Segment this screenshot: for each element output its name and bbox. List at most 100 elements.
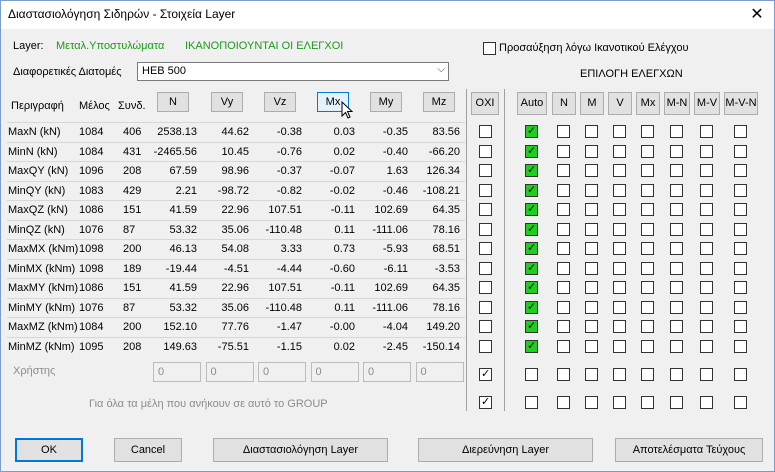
- force-button-vy[interactable]: Vy: [211, 92, 243, 112]
- check-button-m-n[interactable]: M-N: [664, 92, 690, 115]
- user-row-check-m[interactable]: [585, 368, 598, 381]
- row-check-m-n[interactable]: [670, 144, 683, 158]
- user-input-n[interactable]: 0: [153, 362, 201, 382]
- row-check-v[interactable]: [613, 125, 626, 138]
- user-row-check-v[interactable]: [613, 368, 626, 381]
- row-check-m-n[interactable]: [670, 125, 683, 138]
- report-results-button[interactable]: Αποτελέσματα Τεύχους: [615, 438, 763, 462]
- row-check-n[interactable]: [557, 300, 570, 314]
- row-check-m-n[interactable]: [670, 242, 683, 255]
- user-input-mx[interactable]: 0: [310, 362, 359, 382]
- row-check-n[interactable]: [557, 183, 570, 197]
- row-check-m-v-n[interactable]: [734, 203, 747, 216]
- row-check-m-v-n[interactable]: [734, 339, 747, 353]
- check-button-n[interactable]: N: [552, 92, 576, 115]
- row-check-m[interactable]: [585, 183, 598, 197]
- user-input-vy[interactable]: 0: [205, 362, 254, 382]
- row-check-m[interactable]: [585, 300, 598, 314]
- row-check-mx[interactable]: [641, 183, 654, 197]
- check-button-m-v[interactable]: M-V: [694, 92, 720, 115]
- group-row-check-mx[interactable]: [641, 396, 654, 409]
- row-check-m-v-n[interactable]: [734, 300, 747, 314]
- row-check-m[interactable]: [585, 164, 598, 177]
- force-button-my[interactable]: My: [370, 92, 402, 112]
- row-check-m-v-n[interactable]: [734, 242, 747, 255]
- user-row-check-m-v-n[interactable]: [734, 368, 747, 381]
- row-check-m[interactable]: [585, 261, 598, 275]
- sections-dropdown[interactable]: HEB 500 ⌵: [137, 62, 449, 81]
- cancel-button[interactable]: Cancel: [114, 438, 182, 462]
- row-check-m-v[interactable]: [700, 125, 713, 138]
- ok-button[interactable]: OK: [15, 438, 83, 462]
- oxi-button[interactable]: ΟΧΙ: [471, 92, 499, 115]
- row-check-m-v-n[interactable]: [734, 261, 747, 275]
- row-check-v[interactable]: [613, 300, 626, 314]
- row-check-v[interactable]: [613, 203, 626, 216]
- row-oxi-checkbox[interactable]: [479, 164, 492, 177]
- user-row-oxi-checkbox[interactable]: [479, 367, 492, 381]
- row-check-m-n[interactable]: [670, 203, 683, 216]
- row-check-m-v[interactable]: [700, 320, 713, 333]
- row-check-m-v-n[interactable]: [734, 164, 747, 177]
- increase-checkbox[interactable]: [483, 42, 496, 55]
- force-button-mz[interactable]: Mz: [423, 92, 455, 112]
- row-check-n[interactable]: [557, 242, 570, 255]
- investigate-layer-button[interactable]: Διερεύνηση Layer: [418, 438, 593, 462]
- row-check-m[interactable]: [585, 281, 598, 294]
- close-icon[interactable]: ✕: [746, 4, 768, 26]
- check-button-m[interactable]: M: [580, 92, 604, 115]
- row-oxi-checkbox[interactable]: [479, 125, 492, 138]
- row-oxi-checkbox[interactable]: [479, 320, 492, 333]
- check-button-mx[interactable]: Mx: [636, 92, 660, 115]
- row-check-m-n[interactable]: [670, 300, 683, 314]
- row-check-m-v-n[interactable]: [734, 281, 747, 294]
- row-check-auto[interactable]: [525, 202, 538, 216]
- group-row-check-m[interactable]: [585, 396, 598, 409]
- row-check-mx[interactable]: [641, 261, 654, 275]
- row-check-auto[interactable]: [525, 163, 538, 177]
- user-row-check-auto[interactable]: [525, 368, 538, 381]
- row-check-m[interactable]: [585, 320, 598, 333]
- row-check-m[interactable]: [585, 203, 598, 216]
- row-check-m-n[interactable]: [670, 320, 683, 333]
- row-check-v[interactable]: [613, 183, 626, 197]
- force-button-vz[interactable]: Vz: [264, 92, 296, 112]
- row-check-m-n[interactable]: [670, 339, 683, 353]
- row-check-v[interactable]: [613, 339, 626, 353]
- user-input-mz[interactable]: 0: [415, 362, 464, 382]
- row-check-m-v-n[interactable]: [734, 320, 747, 333]
- row-oxi-checkbox[interactable]: [479, 222, 492, 236]
- row-check-n[interactable]: [557, 164, 570, 177]
- row-check-m[interactable]: [585, 222, 598, 236]
- row-check-m-n[interactable]: [670, 183, 683, 197]
- row-oxi-checkbox[interactable]: [479, 203, 492, 216]
- row-check-m-n[interactable]: [670, 281, 683, 294]
- group-row-check-m-v-n[interactable]: [734, 396, 747, 409]
- row-check-v[interactable]: [613, 261, 626, 275]
- row-check-n[interactable]: [557, 222, 570, 236]
- row-check-auto[interactable]: [525, 183, 538, 197]
- row-check-v[interactable]: [613, 164, 626, 177]
- row-check-n[interactable]: [557, 125, 570, 138]
- row-check-mx[interactable]: [641, 125, 654, 138]
- user-input-vz[interactable]: 0: [258, 362, 306, 382]
- row-check-v[interactable]: [613, 320, 626, 333]
- group-row-check-n[interactable]: [557, 396, 570, 409]
- check-button-v[interactable]: V: [608, 92, 632, 115]
- row-check-m-n[interactable]: [670, 164, 683, 177]
- row-check-n[interactable]: [557, 144, 570, 158]
- row-oxi-checkbox[interactable]: [479, 183, 492, 197]
- check-button-m-v-n[interactable]: M-V-N: [724, 92, 758, 115]
- row-check-m-n[interactable]: [670, 261, 683, 275]
- group-row-check-m-v[interactable]: [700, 396, 713, 409]
- row-check-v[interactable]: [613, 222, 626, 236]
- row-check-m[interactable]: [585, 144, 598, 158]
- row-check-mx[interactable]: [641, 242, 654, 255]
- row-check-mx[interactable]: [641, 203, 654, 216]
- row-check-m-v-n[interactable]: [734, 144, 747, 158]
- row-check-n[interactable]: [557, 320, 570, 333]
- user-row-check-n[interactable]: [557, 368, 570, 381]
- row-check-m-n[interactable]: [670, 222, 683, 236]
- row-check-n[interactable]: [557, 203, 570, 216]
- row-check-m-v[interactable]: [700, 164, 713, 177]
